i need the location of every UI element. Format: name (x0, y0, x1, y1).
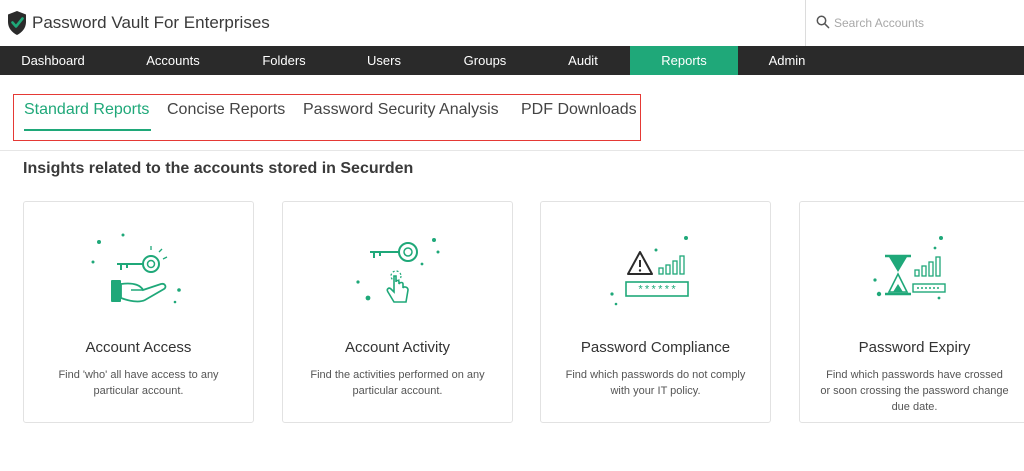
nav-groups[interactable]: Groups (432, 46, 538, 75)
nav-dashboard[interactable]: Dashboard (0, 46, 106, 75)
search-input[interactable] (834, 13, 1014, 33)
card-description: Find 'who' all have access to any partic… (58, 369, 219, 397)
tab-standard-reports[interactable]: Standard Reports (24, 101, 149, 127)
nav-audit[interactable]: Audit (530, 46, 636, 75)
password-mask-text: ****** (637, 285, 677, 297)
nav-admin[interactable]: Admin (734, 46, 840, 75)
app-header: Password Vault For Enterprises (0, 0, 1024, 46)
card-password-expiry[interactable]: Password Expiry Find which passwords hav… (799, 201, 1024, 423)
app-title: Password Vault For Enterprises (32, 13, 270, 32)
warning-password-icon: ****** (610, 236, 689, 306)
card-account-access[interactable]: Account Access Find 'who' all have acces… (23, 201, 254, 423)
nav-folders[interactable]: Folders (231, 46, 337, 75)
hourglass-icon (873, 236, 946, 300)
card-account-activity[interactable]: Account Activity Find the activities per… (282, 201, 513, 423)
card-description: Find the activities performed on any par… (310, 369, 485, 397)
nav-users[interactable]: Users (331, 46, 437, 75)
card-title: Account Access (85, 339, 192, 356)
tab-concise-reports[interactable]: Concise Reports (167, 101, 285, 127)
nav-accounts[interactable]: Accounts (120, 46, 226, 75)
card-title: Account Activity (344, 339, 451, 356)
tab-pdf-downloads[interactable]: PDF Downloads (521, 101, 637, 127)
key-click-icon (356, 238, 440, 303)
card-password-compliance[interactable]: ****** Password Compliance Find which pa… (540, 201, 771, 423)
nav-reports[interactable]: Reports (630, 46, 738, 75)
shield-check-logo-icon (8, 11, 26, 35)
card-description: Find which passwords do not comply with … (565, 369, 746, 397)
card-description: Find which passwords have crossed or soo… (820, 369, 1009, 413)
search-box[interactable] (805, 0, 1024, 46)
card-title: Password Expiry (858, 339, 971, 356)
tab-password-security-analysis[interactable]: Password Security Analysis (303, 101, 499, 127)
tabs-divider (0, 150, 1024, 151)
section-heading: Insights related to the accounts stored … (23, 160, 414, 177)
search-icon (816, 15, 830, 29)
card-title: Password Compliance (580, 339, 731, 356)
active-tab-underline (24, 129, 151, 131)
key-in-hand-icon (91, 233, 181, 304)
main-nav: Dashboard Accounts Folders Users Groups … (0, 46, 1024, 75)
